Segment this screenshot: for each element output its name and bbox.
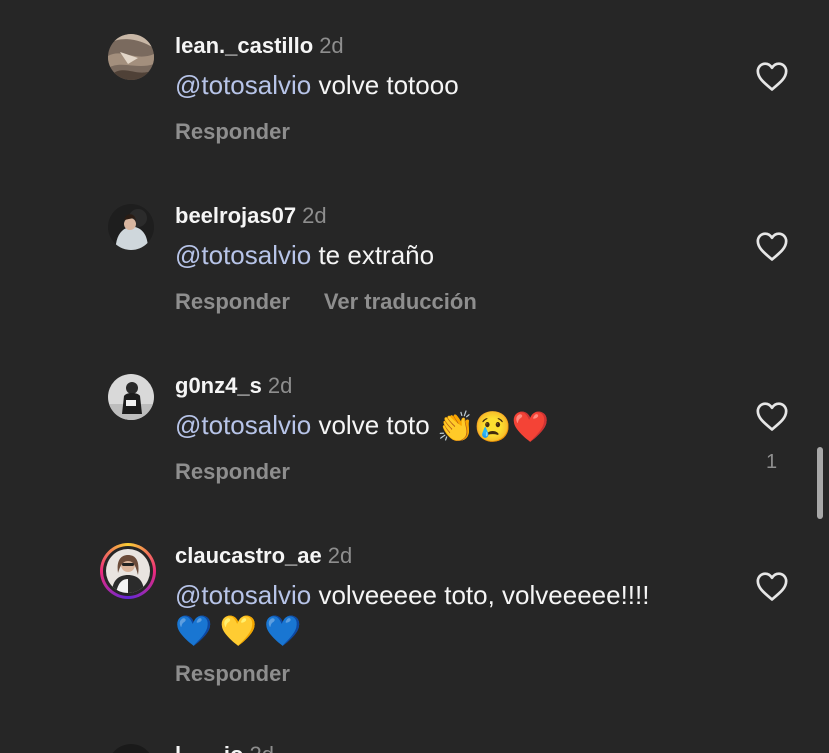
comment-time: 2d: [327, 543, 353, 568]
reply-button[interactable]: Responder: [175, 459, 290, 484]
translate-button[interactable]: Ver traducción: [324, 289, 477, 314]
mention-link[interactable]: @totosalvio: [175, 240, 311, 270]
comment-meta: claucastro_ae 2d: [175, 543, 352, 569]
mention-link[interactable]: @totosalvio: [175, 70, 311, 100]
crying-face-emoji: 😢: [474, 411, 512, 444]
avatar[interactable]: [108, 744, 154, 753]
comment-username[interactable]: l... ...io: [175, 742, 243, 753]
comment-body: volve totooo: [311, 70, 459, 100]
mention-link[interactable]: @totosalvio: [175, 410, 311, 440]
comment-actions: Responder: [175, 661, 290, 687]
comment-body: volve toto: [311, 410, 437, 440]
comments-list: lean._castillo 2d @totosalvio volve totoo…: [0, 0, 829, 753]
comment-time: 2d: [249, 742, 273, 753]
reply-button[interactable]: Responder: [175, 119, 290, 144]
comment-meta: g0nz4_s 2d: [175, 373, 292, 399]
comment-time: 2d: [302, 203, 327, 228]
blue-heart-emoji: 💙: [175, 615, 213, 648]
avatar-story-ring[interactable]: [100, 543, 156, 599]
comment-username[interactable]: lean._castillo: [175, 33, 313, 58]
like-button[interactable]: [755, 400, 789, 432]
comment-text: @totosalvio volveeeee toto, volveeeee!!!…: [175, 578, 735, 649]
comment-time: 2d: [319, 33, 344, 58]
reply-button[interactable]: Responder: [175, 661, 290, 686]
heart-outline-icon: [756, 232, 788, 261]
comment-meta: beelrojas07 2d: [175, 203, 327, 229]
heart-outline-icon: [756, 402, 788, 431]
blue-heart-emoji: 💙: [264, 615, 302, 648]
comment-actions: Responder: [175, 459, 290, 485]
comment-body: te extraño: [311, 240, 435, 270]
yellow-heart-emoji: 💛: [219, 615, 257, 648]
like-button[interactable]: [755, 570, 789, 602]
comment-meta: lean._castillo 2d: [175, 33, 344, 59]
like-button[interactable]: [755, 230, 789, 262]
comment-text: @totosalvio te extraño: [175, 238, 735, 272]
comment-username[interactable]: g0nz4_s: [175, 373, 262, 398]
comment-text: @totosalvio volve totooo: [175, 68, 735, 102]
avatar[interactable]: [108, 374, 154, 420]
like-count[interactable]: 1: [766, 451, 777, 474]
mention-link[interactable]: @totosalvio: [175, 580, 311, 610]
avatar[interactable]: [108, 34, 154, 80]
heart-outline-icon: [756, 572, 788, 601]
like-button[interactable]: [755, 60, 789, 92]
comment-text: @totosalvio volve toto 👏😢❤️: [175, 408, 735, 445]
comment-time: 2d: [267, 373, 293, 398]
comment-username[interactable]: claucastro_ae: [175, 543, 322, 568]
comment-actions: Responder: [175, 119, 290, 145]
comment-body: volveeeee toto, volveeeee!!!!: [311, 580, 650, 610]
scrollbar-thumb[interactable]: [817, 447, 823, 519]
comment-actions: Responder Ver traducción: [175, 289, 477, 315]
red-heart-emoji: ❤️: [511, 411, 550, 444]
comment-username[interactable]: beelrojas07: [175, 203, 296, 228]
clapping-hands-emoji: 👏: [436, 411, 475, 444]
reply-button[interactable]: Responder: [175, 289, 290, 314]
heart-outline-icon: [756, 62, 788, 91]
comment-meta: l... ...io 2d: [175, 742, 274, 753]
avatar[interactable]: [108, 204, 154, 250]
